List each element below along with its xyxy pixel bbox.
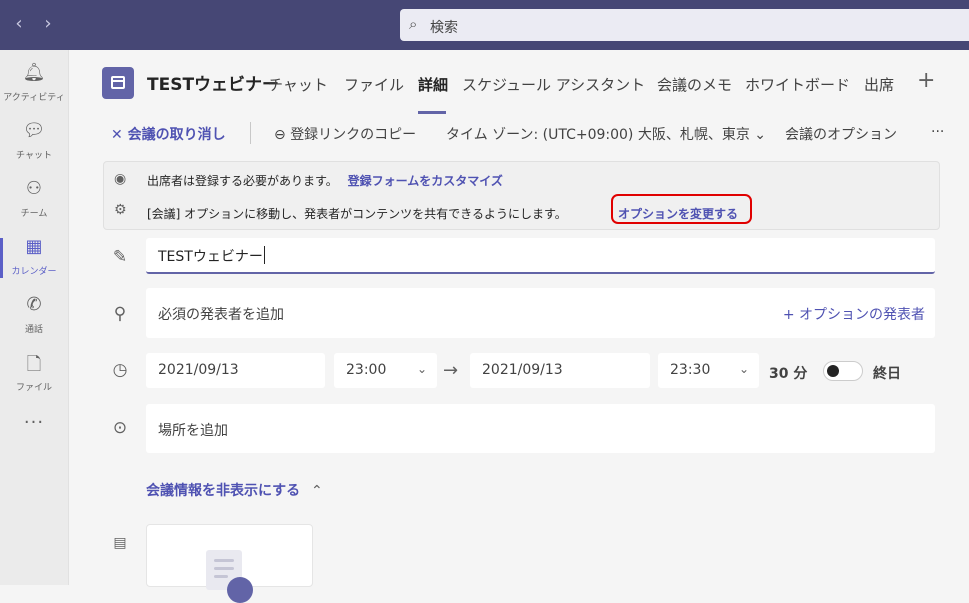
info-banner: ◉ 出席者は登録する必要があります。 登録フォームをカスタマイズ ⚙ [会議] … — [103, 161, 940, 230]
presenter-input[interactable]: 必須の発表者を追加 + オプションの発表者 — [146, 288, 935, 338]
rail-label: チーム — [20, 209, 48, 219]
rail-label: 通話 — [24, 325, 43, 335]
timezone-label: タイム ゾーン: (UTC+09:00) 大阪、札幌、東京 — [446, 127, 750, 143]
location-placeholder: 場所を追加 — [158, 423, 228, 439]
pencil-icon: ✎ — [112, 247, 128, 267]
add-optional-presenter-button[interactable]: + オプションの発表者 — [783, 304, 925, 324]
rail-label: アクティビティ — [3, 93, 65, 103]
presenter-placeholder: 必須の発表者を追加 — [158, 307, 284, 323]
start-time-select[interactable]: 23:00 ⌄ — [334, 353, 437, 388]
rail-item-files[interactable]: 🗋 ファイル — [0, 346, 68, 402]
action-toolbar: ✕ 会議の取り消し ⊖ 登録リンクのコピー タイム ゾーン: (UTC+09:0… — [69, 116, 969, 150]
page-title: TESTウェビナー — [147, 75, 280, 95]
tab-attendance[interactable]: 出席 — [864, 74, 894, 95]
end-time-value: 23:30 — [670, 362, 711, 378]
end-date-value: 2021/09/13 — [482, 362, 563, 378]
phone-icon: ✆ — [26, 294, 42, 315]
presenter-icon: ⚲ — [113, 304, 127, 324]
end-time-select[interactable]: 23:30 ⌄ — [658, 353, 759, 388]
bell-icon: 🔔︎ — [22, 62, 46, 83]
avatar — [227, 577, 253, 603]
meeting-title-value: TESTウェビナー — [158, 246, 265, 266]
app-rail: 🔔︎ アクティビティ 💬︎ チャット ⚇ チーム ▦ カレンダー ✆ 通話 🗋 … — [0, 50, 69, 585]
more-apps-icon[interactable]: ··· — [0, 412, 68, 433]
back-chevron-left-icon[interactable]: ‹ — [8, 13, 30, 35]
divider — [250, 122, 251, 144]
copy-registration-link-button[interactable]: ⊖ 登録リンクのコピー — [274, 124, 416, 144]
location-input[interactable]: 場所を追加 — [146, 404, 935, 453]
rail-label: ファイル — [15, 383, 52, 393]
meeting-header: TESTウェビナー チャット ファイル 詳細 スケジュール アシスタント 会議の… — [69, 50, 969, 114]
start-date-value: 2021/09/13 — [158, 362, 239, 378]
meeting-options-button[interactable]: 会議のオプション — [785, 124, 897, 144]
arrow-right-icon: → — [443, 360, 459, 381]
tab-details[interactable]: 詳細 — [418, 74, 448, 95]
title-bar: ‹ › ⌕ 検索 — [0, 0, 969, 50]
customize-registration-form-link[interactable]: 登録フォームをカスタマイズ — [348, 174, 503, 188]
cancel-meeting-button[interactable]: ✕ 会議の取り消し — [111, 124, 226, 144]
options-notice-text: [会議] オプションに移動し、発表者がコンテンツを共有できるようにします。 — [147, 207, 567, 221]
tab-chat[interactable]: チャット — [268, 74, 328, 95]
close-icon: ✕ — [111, 127, 123, 143]
forward-chevron-right-icon[interactable]: › — [37, 13, 59, 35]
rail-item-calls[interactable]: ✆ 通話 — [0, 288, 68, 344]
rail-label: チャット — [16, 151, 52, 161]
meeting-details-card — [146, 524, 313, 603]
rail-item-calendar[interactable]: ▦ カレンダー — [0, 230, 68, 286]
chevron-up-icon: ⌃ — [311, 483, 323, 499]
tab-files[interactable]: ファイル — [344, 74, 404, 95]
meeting-details: TESTウェビナー チャット ファイル 詳細 スケジュール アシスタント 会議の… — [69, 50, 969, 603]
search-icon: ⌕ — [409, 15, 418, 33]
teams-icon: ⚇ — [25, 178, 43, 199]
tab-whiteboard[interactable]: ホワイトボード — [745, 74, 850, 95]
meeting-title-input[interactable]: TESTウェビナー — [146, 238, 935, 274]
hide-meeting-info-label: 会議情報を非表示にする — [146, 483, 301, 499]
copy-link-label: 登録リンクのコピー — [290, 127, 417, 143]
tab-meeting-notes[interactable]: 会議のメモ — [657, 74, 732, 95]
gear-icon: ⚙ — [114, 202, 127, 218]
change-options-link[interactable]: オプションを変更する — [618, 205, 738, 222]
all-day-label: 終日 — [873, 366, 901, 382]
registration-notice-text: 出席者は登録する必要があります。 — [147, 174, 338, 188]
rail-item-teams[interactable]: ⚇ チーム — [0, 172, 68, 228]
search-placeholder: 検索 — [430, 20, 458, 36]
meeting-calendar-icon — [102, 67, 134, 99]
duration-label: 30 分 — [769, 366, 808, 382]
start-date-field[interactable]: 2021/09/13 — [146, 353, 325, 388]
file-icon: 🗋 — [26, 354, 42, 375]
eye-icon: ◉ — [114, 171, 127, 187]
chat-icon: 💬︎ — [22, 120, 46, 141]
hide-meeting-info-button[interactable]: 会議情報を非表示にする ⌃ — [146, 480, 323, 500]
rail-item-activity[interactable]: 🔔︎ アクティビティ — [0, 56, 68, 112]
active-tab-indicator — [418, 111, 446, 114]
end-date-field[interactable]: 2021/09/13 — [470, 353, 650, 388]
rail-label: カレンダー — [11, 267, 57, 277]
cancel-meeting-label: 会議の取り消し — [127, 127, 226, 143]
chevron-down-icon: ⌄ — [416, 362, 427, 376]
link-icon: ⊖ — [274, 127, 286, 143]
rail-item-chat[interactable]: 💬︎ チャット — [0, 114, 68, 170]
timezone-dropdown[interactable]: タイム ゾーン: (UTC+09:00) 大阪、札幌、東京 ⌄ — [446, 124, 766, 144]
registration-notice: 出席者は登録する必要があります。 登録フォームをカスタマイズ — [147, 172, 503, 189]
add-tab-plus-icon[interactable]: + — [917, 68, 935, 93]
all-day-toggle[interactable] — [823, 361, 863, 381]
location-pin-icon: ⊙ — [112, 418, 128, 438]
more-options-icon[interactable]: ··· — [931, 124, 944, 140]
tab-scheduling-assistant[interactable]: スケジュール アシスタント — [462, 74, 645, 95]
details-text-icon: ▤ — [113, 535, 127, 551]
start-time-value: 23:00 — [346, 362, 387, 378]
clock-icon: ◷ — [112, 360, 128, 380]
calendar-icon: ▦ — [25, 236, 43, 257]
toggle-knob — [827, 365, 839, 377]
search-input[interactable]: ⌕ 検索 — [400, 9, 969, 41]
chevron-down-icon: ⌄ — [754, 127, 767, 143]
chevron-down-icon: ⌄ — [738, 362, 749, 376]
